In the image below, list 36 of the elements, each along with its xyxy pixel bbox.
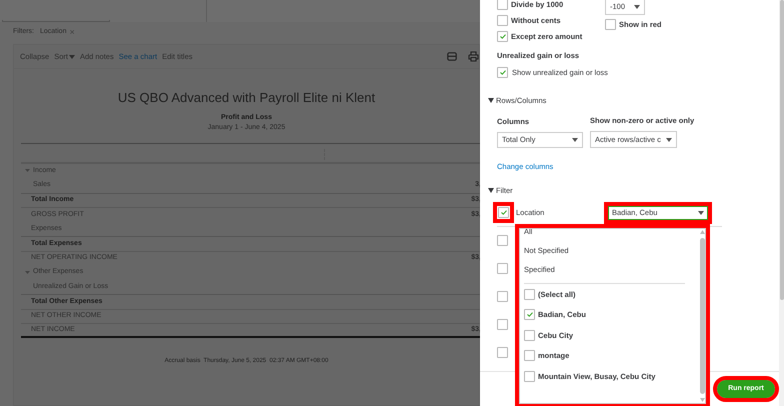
scroll-down-icon[interactable] — [700, 398, 704, 402]
checked-checkbox[interactable] — [497, 31, 508, 42]
print-icon[interactable] — [468, 51, 479, 62]
collapse-caret-icon[interactable] — [25, 169, 30, 172]
checkmark-icon — [500, 70, 506, 76]
collapse-caret-icon[interactable] — [25, 270, 30, 274]
checkbox[interactable] — [524, 350, 535, 362]
scroll-up-icon[interactable] — [700, 230, 704, 234]
caret-icon — [488, 188, 494, 194]
checked-checkbox[interactable] — [524, 309, 535, 320]
email-icon[interactable] — [447, 52, 457, 61]
checkbox[interactable] — [497, 0, 508, 10]
checkbox[interactable] — [524, 330, 535, 341]
scrollbar[interactable] — [779, 0, 784, 406]
checked-checkbox[interactable] — [498, 207, 509, 218]
checkbox[interactable] — [497, 263, 508, 274]
checkbox[interactable] — [497, 235, 508, 246]
checkmark-icon — [500, 210, 506, 215]
caret-icon — [634, 4, 640, 8]
checkbox[interactable] — [497, 15, 508, 26]
caret-icon — [68, 54, 75, 58]
checkbox[interactable] — [524, 370, 535, 382]
checkbox[interactable] — [497, 319, 508, 330]
checked-checkbox[interactable] — [497, 67, 508, 78]
caret-icon — [572, 138, 578, 142]
checkbox[interactable] — [497, 347, 508, 358]
caret-icon — [698, 210, 704, 214]
scrollbar[interactable] — [699, 229, 705, 403]
caret-icon — [488, 98, 494, 103]
company-name: US QBO Advanced with Payroll Elite ni Klent — [118, 89, 376, 107]
checkbox[interactable] — [497, 291, 508, 302]
checkmark-icon — [500, 34, 506, 39]
checkmark-icon — [526, 312, 532, 318]
checkbox[interactable] — [605, 19, 616, 30]
checkbox[interactable] — [524, 288, 535, 300]
caret-icon — [666, 138, 672, 142]
